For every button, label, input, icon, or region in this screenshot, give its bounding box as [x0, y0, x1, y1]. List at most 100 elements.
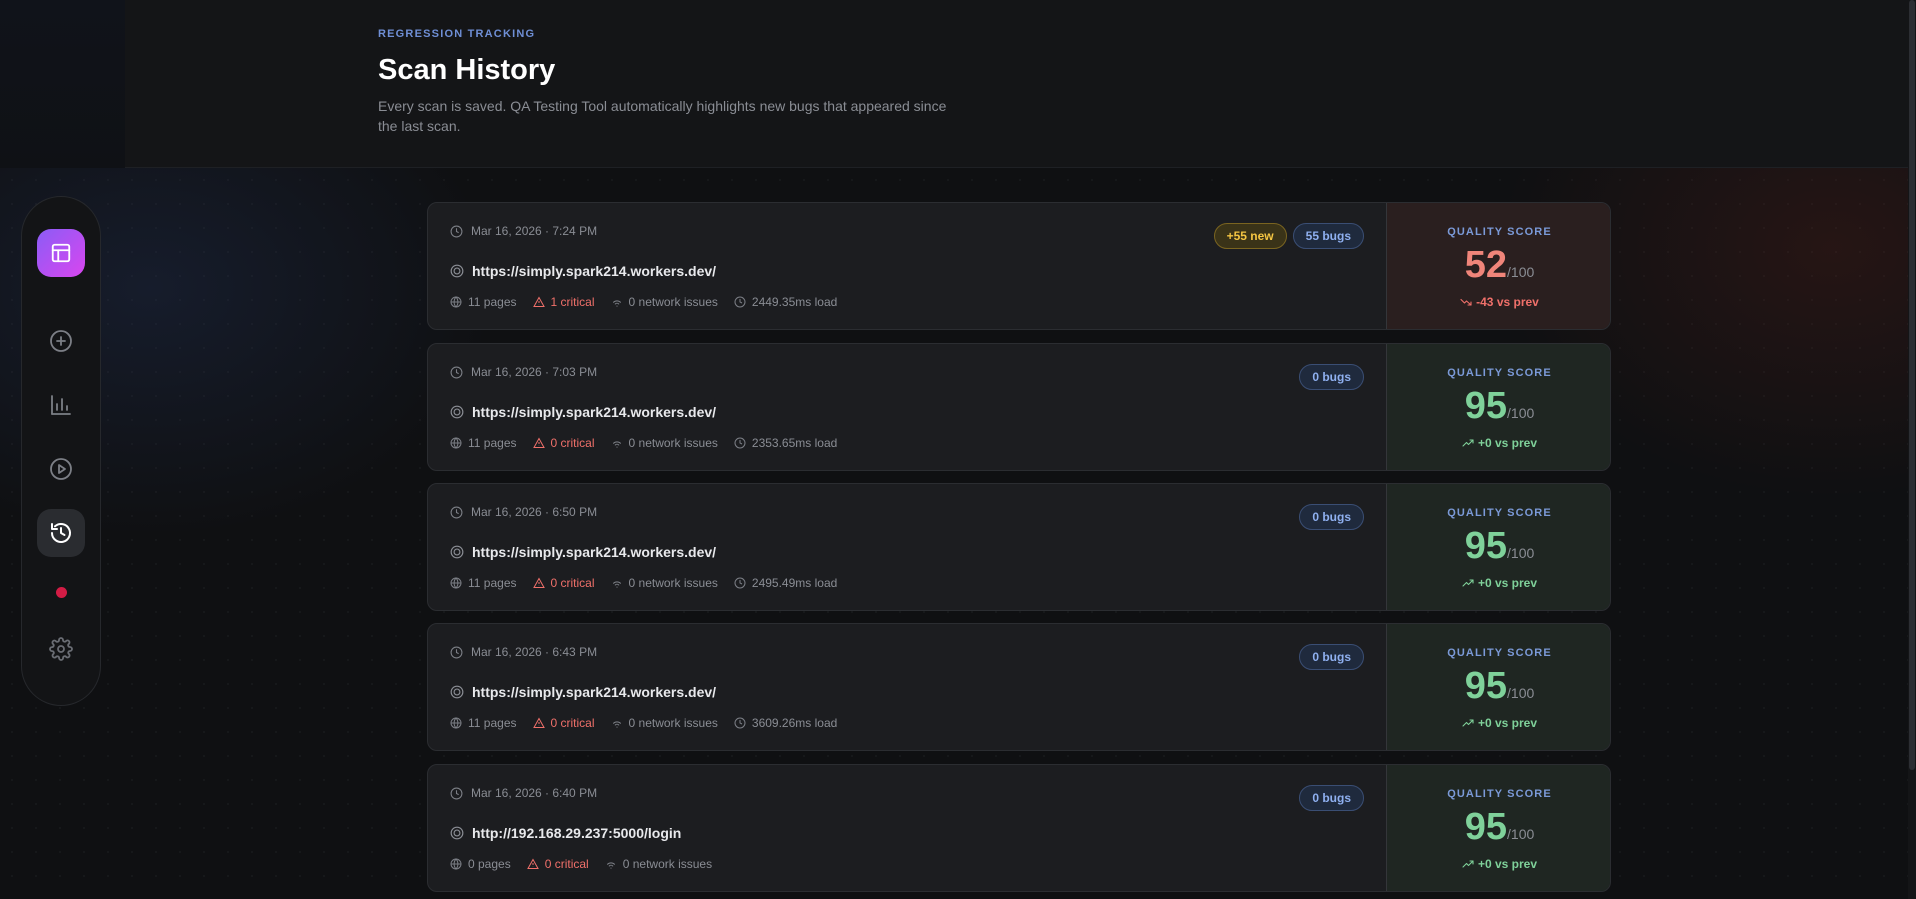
quality-score-value: 95/100	[1387, 664, 1610, 715]
bugs-badge: 0 bugs	[1299, 504, 1364, 530]
trend-down-icon	[1460, 298, 1472, 306]
warning-icon	[532, 296, 545, 307]
scan-url[interactable]: https://simply.spark214.workers.dev/	[450, 404, 716, 420]
scan-meta: 0 pages 0 critical 0 network issues	[450, 857, 712, 871]
target-icon	[450, 264, 464, 278]
wifi-icon	[612, 721, 621, 728]
clock-icon	[734, 577, 746, 589]
scan-url[interactable]: http://192.168.29.237:5000/login	[450, 825, 681, 841]
target-icon	[450, 405, 464, 419]
quality-score-label: QUALITY SCORE	[1447, 226, 1552, 238]
scan-date: Mar 16, 2026 · 6:43 PM	[450, 645, 597, 659]
globe-icon	[450, 858, 462, 870]
target-icon	[450, 685, 464, 699]
critical-count-text: 1 critical	[550, 295, 595, 309]
quality-score-panel: QUALITY SCORE 52/100 -43 vs prev	[1386, 203, 1610, 329]
pages-count: 0 pages	[450, 857, 511, 871]
scan-url-text: https://simply.spark214.workers.dev/	[472, 404, 717, 420]
quality-score-panel: QUALITY SCORE 95/100 +0 vs prev	[1386, 765, 1610, 891]
trend-up-icon	[1462, 860, 1474, 868]
scan-card[interactable]: Mar 16, 2026 · 6:43 PM https://simply.sp…	[427, 623, 1611, 751]
scan-card[interactable]: Mar 16, 2026 · 6:50 PM https://simply.sp…	[427, 483, 1611, 611]
load-time-text: 3609.26ms load	[751, 716, 838, 730]
load-time: 3609.26ms load	[734, 716, 837, 730]
quality-score-value: 95/100	[1387, 384, 1610, 435]
clock-icon	[450, 787, 463, 799]
page-title: Scan History	[378, 54, 556, 86]
trend-up-icon	[1462, 579, 1474, 587]
critical-count: 1 critical	[532, 295, 595, 309]
scan-card[interactable]: Mar 16, 2026 · 7:03 PM https://simply.sp…	[427, 343, 1611, 471]
scan-meta: 11 pages 0 critical 0 network issues 249…	[450, 576, 837, 590]
target-icon	[450, 826, 464, 840]
scan-badges: +55 new 55 bugs	[1213, 223, 1364, 249]
scan-url-text: https://simply.spark214.workers.dev/	[472, 684, 717, 700]
score-delta-text: +0 vs prev	[1477, 716, 1538, 730]
analytics-button[interactable]	[37, 381, 85, 429]
page-header: REGRESSION TRACKING Scan History Every s…	[125, 0, 1916, 168]
load-time-text: 2449.35ms load	[751, 295, 838, 309]
score-number: 95	[1464, 525, 1508, 567]
network-issues: 0 network issues	[605, 857, 712, 871]
globe-icon	[450, 717, 462, 729]
settings-button[interactable]	[37, 625, 85, 673]
scan-date-text: Mar 16, 2026 · 7:24 PM	[471, 224, 598, 238]
scan-date-text: Mar 16, 2026 · 6:50 PM	[471, 505, 598, 519]
run-button[interactable]	[37, 445, 85, 493]
scan-date: Mar 16, 2026 · 7:24 PM	[450, 224, 597, 238]
new-scan-button[interactable]	[37, 317, 85, 365]
score-number: 52	[1464, 244, 1508, 286]
pages-count-text: 0 pages	[468, 857, 511, 871]
scrollbar[interactable]	[1908, 0, 1916, 899]
scan-url[interactable]: https://simply.spark214.workers.dev/	[450, 684, 716, 700]
scan-url-text: https://simply.spark214.workers.dev/	[472, 544, 717, 560]
scan-date: Mar 16, 2026 · 7:03 PM	[450, 365, 597, 379]
network-issues: 0 network issues	[611, 716, 718, 730]
scan-date-text: Mar 16, 2026 · 6:43 PM	[471, 645, 598, 659]
warning-icon	[532, 437, 545, 448]
top-left-strip	[0, 0, 125, 168]
globe-icon	[450, 296, 462, 308]
scan-card[interactable]: Mar 16, 2026 · 6:40 PM http://192.168.29…	[427, 764, 1611, 892]
new-bugs-badge: +55 new	[1213, 223, 1287, 249]
network-issues: 0 network issues	[611, 295, 718, 309]
bugs-badge: 0 bugs	[1299, 364, 1364, 390]
clock-icon	[450, 506, 463, 518]
quality-score-label: QUALITY SCORE	[1447, 367, 1552, 379]
pages-count-text: 11 pages	[468, 436, 517, 450]
wifi-icon	[612, 300, 621, 307]
score-max: /100	[1507, 826, 1535, 842]
bugs-badge: 0 bugs	[1299, 644, 1364, 670]
dashboard-button[interactable]	[37, 229, 85, 277]
scan-url[interactable]: https://simply.spark214.workers.dev/	[450, 544, 716, 560]
score-max: /100	[1507, 545, 1535, 561]
scan-meta: 11 pages 0 critical 0 network issues 235…	[450, 436, 837, 450]
record-dot-icon[interactable]	[56, 587, 67, 598]
pages-count: 11 pages	[450, 295, 517, 309]
scan-date-text: Mar 16, 2026 · 7:03 PM	[471, 365, 598, 379]
clock-icon	[734, 296, 746, 308]
quality-score-value: 52/100	[1387, 243, 1610, 294]
scrollbar-thumb[interactable]	[1909, 0, 1915, 770]
score-delta: +0 vs prev	[1387, 857, 1610, 871]
pages-count-text: 11 pages	[468, 716, 517, 730]
quality-score-label: QUALITY SCORE	[1447, 507, 1552, 519]
score-delta-text: +0 vs prev	[1477, 576, 1538, 590]
quality-score-panel: QUALITY SCORE 95/100 +0 vs prev	[1386, 624, 1610, 750]
scan-url-text: https://simply.spark214.workers.dev/	[472, 263, 717, 279]
history-button[interactable]	[37, 509, 85, 557]
scan-card-details: Mar 16, 2026 · 6:43 PM https://simply.sp…	[428, 624, 1386, 750]
critical-count: 0 critical	[526, 857, 589, 871]
scan-badges: 0 bugs	[1299, 364, 1364, 390]
target-icon	[450, 545, 464, 559]
score-max: /100	[1507, 685, 1535, 701]
warning-icon	[532, 717, 545, 728]
scan-badges: 0 bugs	[1299, 504, 1364, 530]
scan-badges: 0 bugs	[1299, 785, 1364, 811]
scan-url[interactable]: https://simply.spark214.workers.dev/	[450, 263, 716, 279]
clock-icon	[450, 646, 463, 658]
quality-score-panel: QUALITY SCORE 95/100 +0 vs prev	[1386, 344, 1610, 470]
wifi-icon	[612, 581, 621, 588]
scan-card[interactable]: Mar 16, 2026 · 7:24 PM https://simply.sp…	[427, 202, 1611, 330]
scan-date-text: Mar 16, 2026 · 6:40 PM	[471, 786, 598, 800]
